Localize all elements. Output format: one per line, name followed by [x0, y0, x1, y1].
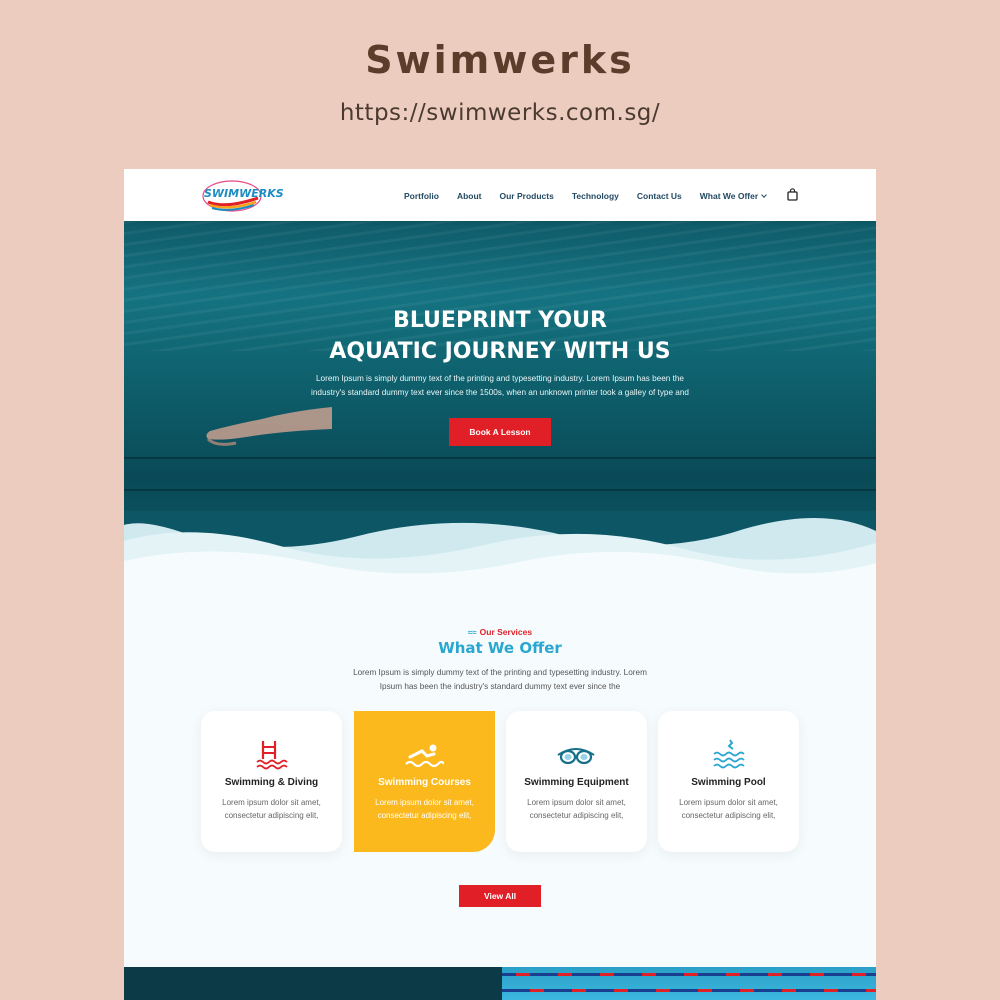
nav-technology[interactable]: Technology	[572, 191, 619, 201]
nav-what-we-offer-label: What We Offer	[699, 191, 759, 201]
services-kicker: ≈≈ Our Services	[124, 627, 876, 637]
card-text: Lorem ipsum dolor sit amet, consectetur …	[527, 798, 626, 820]
chevron-down-icon	[761, 192, 768, 198]
nav-what-we-offer[interactable]: What We Offer	[699, 191, 768, 201]
service-card-swimming-courses[interactable]: Swimming Courses Lorem ipsum dolor sit a…	[354, 711, 495, 852]
card-text: Lorem ipsum dolor sit amet, consectetur …	[375, 798, 474, 820]
services-kicker-label: Our Services	[479, 627, 533, 637]
card-title: Swimming Equipment	[524, 777, 629, 788]
site-header: SWIMWERKS Portfolio About Our Products T…	[124, 169, 876, 221]
service-card-swimming-equipment[interactable]: Swimming Equipment Lorem ipsum dolor sit…	[506, 711, 647, 852]
next-section-dark-panel	[124, 967, 502, 1000]
swimmer-icon	[405, 744, 444, 768]
hero-title: BLUEPRINT YOUR AQUATIC JOURNEY WITH US	[124, 305, 876, 367]
card-title: Swimming & Diving	[224, 777, 319, 788]
nav-our-products[interactable]: Our Products	[500, 191, 554, 201]
wave-icon: ≈≈	[467, 628, 477, 637]
shopping-bag-icon[interactable]	[787, 188, 798, 201]
hero-title-line2: AQUATIC JOURNEY WITH US	[329, 339, 671, 364]
main-nav: Portfolio About Our Products Technology …	[404, 191, 784, 201]
showcase-url[interactable]: https://swimwerks.com.sg/	[0, 100, 1000, 126]
lane-rope	[502, 973, 876, 976]
website-screenshot: SWIMWERKS Portfolio About Our Products T…	[124, 169, 876, 1000]
hero-description: Lorem Ipsum is simply dummy text of the …	[311, 374, 689, 397]
card-text: Lorem ipsum dolor sit amet, consectetur …	[679, 798, 778, 820]
logo-wordmark: SWIMWERKS	[204, 187, 284, 200]
lane-line	[124, 457, 876, 459]
hero-title-line1: BLUEPRINT YOUR	[393, 308, 607, 333]
services-title: What We Offer	[438, 639, 562, 657]
pool-lane-image	[502, 967, 876, 1000]
service-card-swimming-pool[interactable]: Swimming Pool Lorem ipsum dolor sit amet…	[658, 711, 799, 852]
card-title: Swimming Courses	[378, 777, 471, 788]
swimwerks-logo[interactable]: SWIMWERKS	[200, 178, 284, 214]
nav-contact-us[interactable]: Contact Us	[637, 191, 682, 201]
pool-icon	[713, 739, 745, 769]
nav-portfolio[interactable]: Portfolio	[404, 191, 439, 201]
lane-rope	[502, 989, 876, 992]
service-card-swimming-diving[interactable]: Swimming & Diving Lorem ipsum dolor sit …	[201, 711, 342, 852]
showcase-title: Swimwerks	[365, 38, 635, 82]
services-description: Lorem Ipsum is simply dummy text of the …	[353, 668, 647, 691]
wave-divider	[124, 511, 876, 591]
hero-section: BLUEPRINT YOUR AQUATIC JOURNEY WITH US L…	[124, 221, 876, 561]
nav-about[interactable]: About	[457, 191, 482, 201]
card-text: Lorem ipsum dolor sit amet, consectetur …	[222, 798, 321, 820]
pool-ladder-icon	[256, 741, 288, 770]
card-title: Swimming Pool	[691, 777, 766, 788]
view-all-button[interactable]: View All	[459, 885, 541, 907]
lane-line	[124, 489, 876, 491]
book-a-lesson-button[interactable]: Book A Lesson	[449, 418, 551, 446]
goggles-icon	[557, 748, 595, 765]
